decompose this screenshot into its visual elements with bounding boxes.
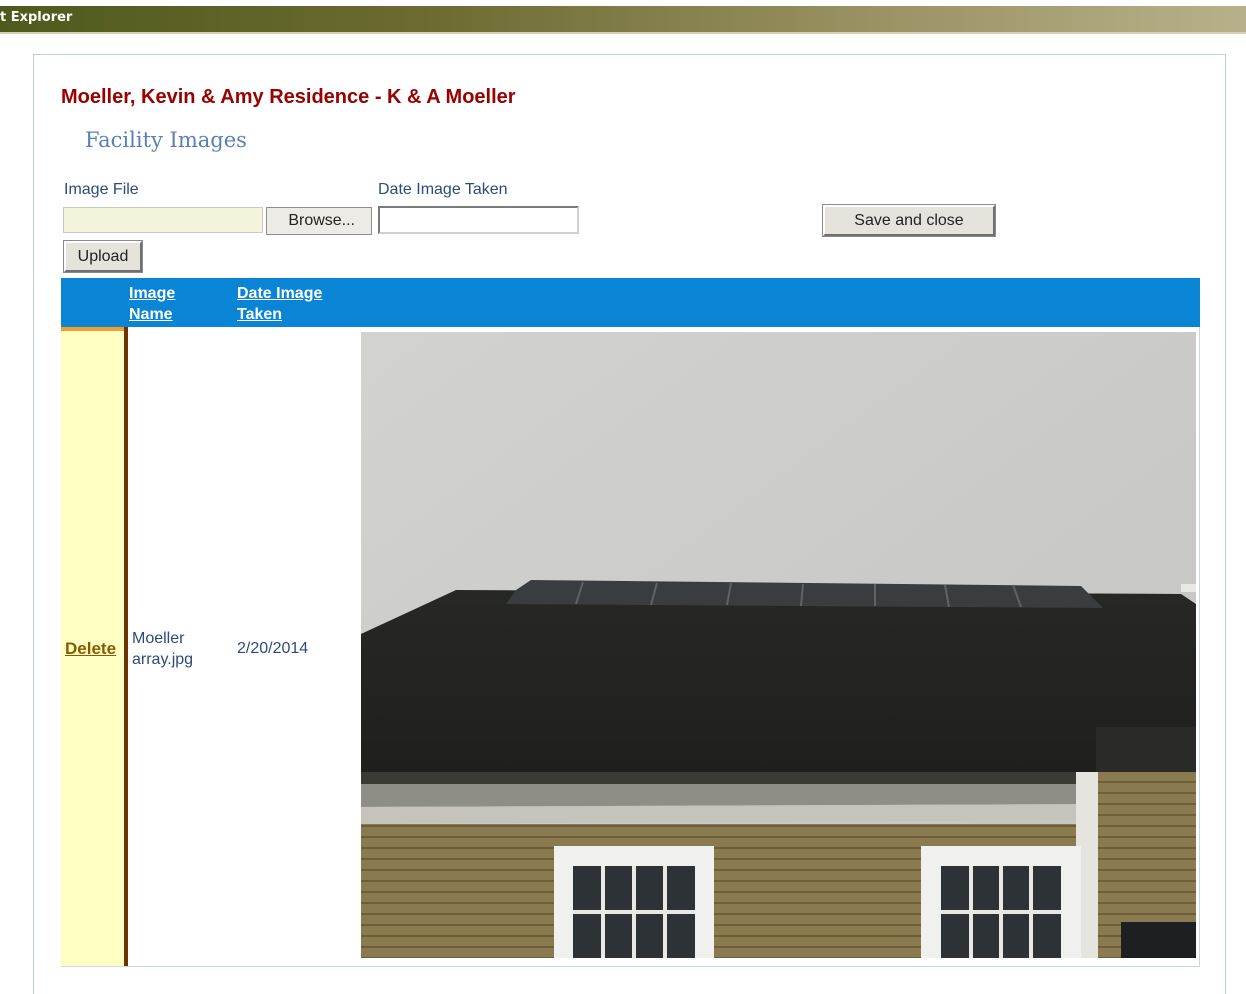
- upload-button[interactable]: Upload: [64, 241, 142, 272]
- save-and-close-button[interactable]: Save and close: [823, 205, 995, 236]
- grid-header: Image Name Date Image Taken: [61, 278, 1200, 327]
- date-image-taken-input[interactable]: [378, 206, 579, 234]
- date-taken-cell: 2/20/2014: [237, 640, 309, 657]
- window-title-bar: t Explorer: [0, 6, 1246, 34]
- page-title: Facility Images: [85, 128, 247, 152]
- residence-name: Moeller, Kevin & Amy Residence - K & A M…: [61, 86, 516, 108]
- house-roof-solar-array-photo: [361, 332, 1196, 958]
- delete-link[interactable]: Delete: [65, 639, 116, 659]
- column-header-date-image-taken[interactable]: Date Image Taken: [237, 283, 322, 325]
- column-header-image-name[interactable]: Image Name: [129, 283, 175, 325]
- delete-cell-divider: [124, 327, 128, 966]
- browse-button[interactable]: Browse...: [266, 207, 372, 235]
- window-title: t Explorer: [0, 10, 73, 25]
- date-image-taken-label: Date Image Taken: [378, 181, 508, 198]
- image-name-cell: Moeller array.jpg: [132, 630, 194, 668]
- image-file-label: Image File: [64, 181, 139, 198]
- image-file-input[interactable]: [63, 207, 263, 233]
